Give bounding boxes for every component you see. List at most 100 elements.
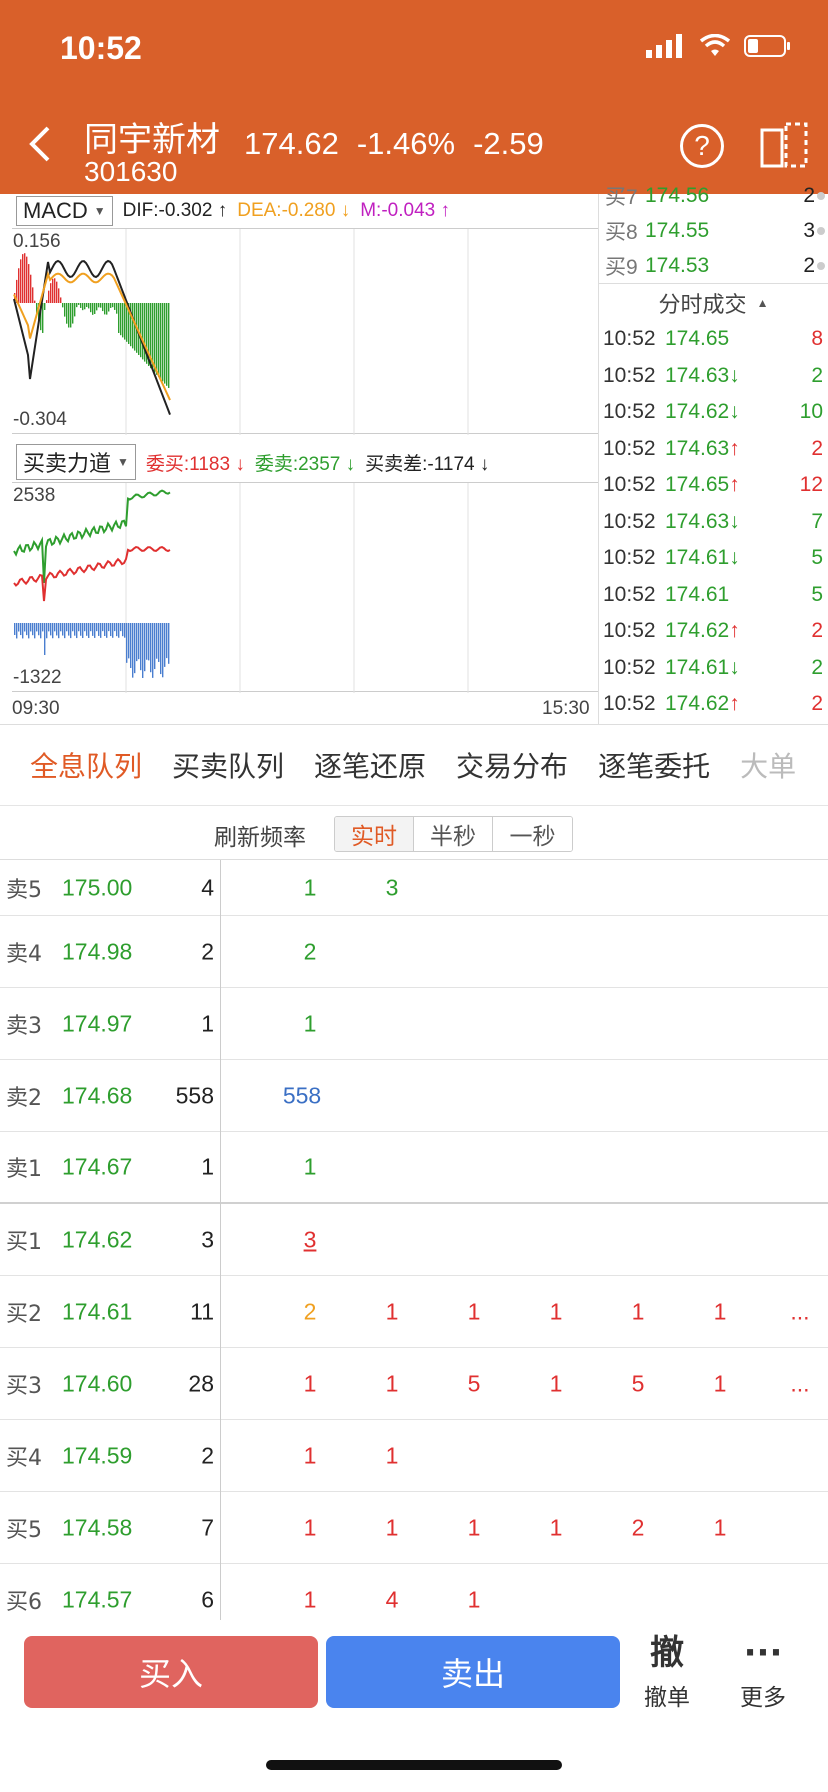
queue-row[interactable]: 卖4 174.98 2 2 xyxy=(0,916,828,988)
queue-order[interactable]: 3 xyxy=(362,874,422,901)
order-book-row[interactable]: 买9 174.53 2 xyxy=(599,248,828,283)
time-end: 15:30 xyxy=(542,698,590,719)
queue-order[interactable]: 1 xyxy=(362,1442,422,1469)
queue-row[interactable]: 买3 174.60 28 1 1 5 1 5 1... xyxy=(0,1348,828,1420)
queue-order[interactable]: 1 xyxy=(608,1298,668,1325)
queue-row[interactable]: 买6 174.57 6 141 xyxy=(0,1564,828,1620)
tab-2[interactable]: 逐笔还原 xyxy=(284,745,426,785)
queue-order[interactable]: 2 xyxy=(608,1514,668,1541)
sell-button[interactable]: 卖出 xyxy=(326,1636,620,1708)
tab-3[interactable]: 交易分布 xyxy=(426,745,568,785)
queue-order[interactable]: 1 xyxy=(444,1298,504,1325)
diff-bar xyxy=(142,623,144,678)
queue-order[interactable]: 1 xyxy=(526,1370,586,1397)
order-volume: 2 xyxy=(803,183,815,207)
queue-order[interactable]: 2 xyxy=(280,1298,340,1325)
queue-order[interactable]: 1 xyxy=(280,1010,340,1037)
diff-bar xyxy=(154,623,156,670)
back-button[interactable] xyxy=(26,122,54,170)
queue-order[interactable]: ... xyxy=(770,1298,828,1325)
macd-chart xyxy=(13,229,469,435)
queue-order[interactable]: 3 xyxy=(280,1226,340,1253)
diff-bar xyxy=(156,623,158,659)
trade-price: 174.65 xyxy=(665,327,785,351)
queue-order[interactable]: 4 xyxy=(362,1586,422,1613)
queue-order[interactable]: 1 xyxy=(280,1442,340,1469)
diff-bar xyxy=(96,623,98,632)
more-button[interactable]: ··· 更多 xyxy=(718,1632,808,1712)
queue-order[interactable]: 1 xyxy=(690,1370,750,1397)
cancel-order-button[interactable]: 撤 撤单 xyxy=(622,1632,712,1712)
diff-bar xyxy=(132,623,134,678)
diff-bar xyxy=(108,623,110,632)
macd-bar xyxy=(46,300,48,303)
queue-order[interactable]: 5 xyxy=(608,1370,668,1397)
macd-bar xyxy=(164,303,166,384)
macd-bar xyxy=(110,303,112,308)
queue-order[interactable]: 1 xyxy=(362,1298,422,1325)
queue-row[interactable]: 卖5 175.00 4 13 xyxy=(0,860,828,916)
tab-5[interactable]: 大单 xyxy=(710,745,796,785)
queue-row[interactable]: 买2 174.61 11 2 1 1 1 1 1... xyxy=(0,1276,828,1348)
refresh-option-2[interactable]: 一秒 xyxy=(493,817,572,851)
queue-order[interactable]: 1 xyxy=(444,1586,504,1613)
queue-level: 卖3 xyxy=(6,1013,42,1039)
queue-order[interactable]: 2 xyxy=(280,938,340,965)
diff-bar xyxy=(76,623,78,639)
tab-4[interactable]: 逐笔委托 xyxy=(568,745,710,785)
order-book-row[interactable]: 买8 174.55 3 xyxy=(599,213,828,248)
queue-order[interactable]: 1 xyxy=(280,1370,340,1397)
queue-order[interactable]: 1 xyxy=(690,1298,750,1325)
refresh-option-1[interactable]: 半秒 xyxy=(414,817,493,851)
queue-order[interactable]: 1 xyxy=(280,1154,340,1181)
queue-order[interactable]: 1 xyxy=(280,1514,340,1541)
macd-bar xyxy=(112,303,114,308)
queue-volume: 11 xyxy=(190,1298,214,1324)
buy-button[interactable]: 买入 xyxy=(24,1636,318,1708)
trades-list[interactable]: 10:52 174.65 8 10:52 174.63↓ 2 10:52 174.6… xyxy=(599,321,828,723)
queue-volume: 28 xyxy=(188,1370,214,1396)
queue-order[interactable]: 1 xyxy=(280,874,340,901)
landscape-toggle-icon[interactable] xyxy=(760,122,810,172)
refresh-option-0[interactable]: 实时 xyxy=(335,817,414,851)
macd-selector[interactable]: MACD ▼ xyxy=(16,196,113,226)
queue-table[interactable]: 卖5 175.00 4 1 3 卖4 174.98 2 2 卖3 174.97 1 1 卖2 … xyxy=(0,860,828,1620)
queue-level: 买1 xyxy=(6,1229,42,1255)
queue-order[interactable]: 1 xyxy=(362,1514,422,1541)
queue-order[interactable]: ... xyxy=(770,1370,828,1397)
queue-row[interactable]: 卖2 174.68 558 558 xyxy=(0,1060,828,1132)
queue-volume: 558 xyxy=(175,1082,214,1108)
macd-bar xyxy=(132,303,134,349)
queue-order[interactable]: 1 xyxy=(362,1370,422,1397)
macd-bar xyxy=(20,259,22,303)
tab-0[interactable]: 全息队列 xyxy=(0,745,142,785)
queue-order[interactable]: 558 xyxy=(272,1082,332,1109)
trades-title[interactable]: 分时成交 ▲ xyxy=(599,283,828,321)
queue-row[interactable]: 卖1 174.67 1 1 xyxy=(0,1132,828,1204)
queue-order[interactable]: 5 xyxy=(444,1370,504,1397)
queue-price: 174.62 xyxy=(62,1226,133,1252)
queue-order[interactable]: 1 xyxy=(526,1514,586,1541)
tab-1[interactable]: 买卖队列 xyxy=(142,745,284,785)
macd-panel[interactable]: 0.156 -0.304 xyxy=(12,228,598,435)
order-book-row[interactable]: 买7 174.56 2 xyxy=(599,178,828,213)
queue-order[interactable]: 1 xyxy=(690,1514,750,1541)
queue-row[interactable]: 买5 174.58 7111121 xyxy=(0,1492,828,1564)
queue-order[interactable]: 1 xyxy=(526,1298,586,1325)
stock-change: -2.59 xyxy=(473,126,544,161)
diff-bar xyxy=(28,623,30,639)
order-level: 买8 xyxy=(605,220,638,244)
force-selector[interactable]: 买卖力道 ▼ xyxy=(16,444,136,480)
queue-volume: 6 xyxy=(201,1586,214,1612)
help-icon[interactable]: ? xyxy=(680,124,724,168)
queue-row[interactable]: 买1 174.62 3 3 xyxy=(0,1204,828,1276)
diff-bar xyxy=(104,623,106,636)
queue-price: 174.61 xyxy=(62,1298,133,1324)
queue-row[interactable]: 卖3 174.97 1 1 xyxy=(0,988,828,1060)
queue-order[interactable]: 1 xyxy=(444,1514,504,1541)
trade-arrow-icon: ↓ xyxy=(729,400,740,424)
force-panel[interactable]: 2538 -1322 xyxy=(12,482,598,693)
queue-row[interactable]: 买4 174.59 2 11 xyxy=(0,1420,828,1492)
queue-level: 卖5 xyxy=(6,877,42,903)
queue-order[interactable]: 1 xyxy=(280,1586,340,1613)
